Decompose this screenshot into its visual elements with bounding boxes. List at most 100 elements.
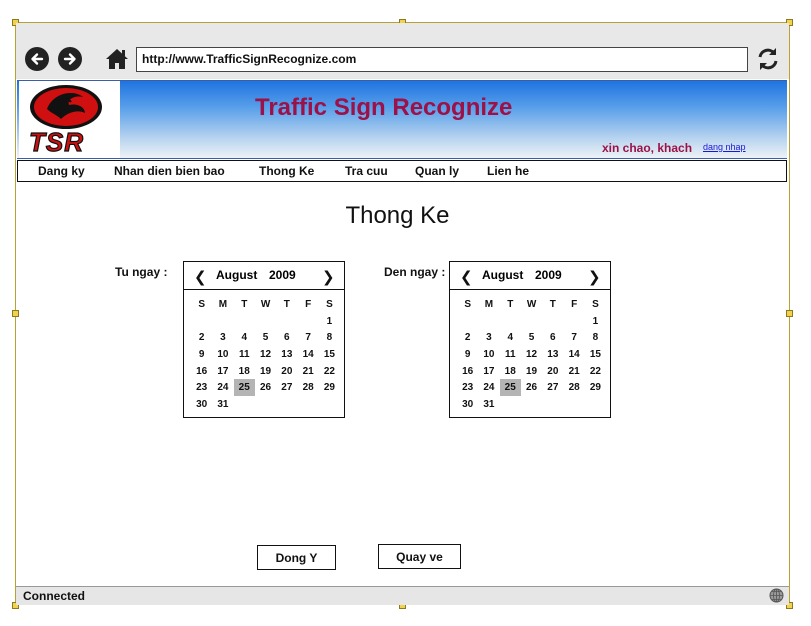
to-date-calendar: ❮ August 2009 ❯ S M T W T F S 1 2 3 4 5 6 7 8 9 10 11 12 13… bbox=[449, 261, 611, 418]
calendar-day[interactable]: 31 bbox=[478, 396, 499, 413]
calendar-day[interactable]: 16 bbox=[457, 363, 478, 380]
weekday-label: W bbox=[260, 298, 271, 310]
calendar-day[interactable]: 6 bbox=[276, 329, 297, 346]
calendar-empty-cell bbox=[255, 313, 276, 330]
resize-handle[interactable] bbox=[786, 310, 793, 317]
calendar-day[interactable]: 8 bbox=[585, 329, 606, 346]
next-month-icon[interactable]: ❯ bbox=[322, 268, 335, 286]
calendar-day[interactable]: 25 bbox=[233, 379, 255, 397]
calendar-day[interactable]: 22 bbox=[319, 363, 340, 380]
calendar-day[interactable]: 16 bbox=[191, 363, 212, 380]
calendar-day[interactable]: 4 bbox=[500, 329, 521, 346]
home-icon bbox=[106, 49, 128, 69]
calendar-day[interactable]: 17 bbox=[478, 363, 499, 380]
calendar-day[interactable]: 2 bbox=[191, 329, 212, 346]
calendar-day[interactable]: 9 bbox=[191, 346, 212, 363]
globe-icon bbox=[769, 588, 784, 603]
calendar-day[interactable]: 12 bbox=[521, 346, 542, 363]
calendar-day[interactable]: 29 bbox=[585, 379, 606, 396]
calendar-day[interactable]: 19 bbox=[255, 363, 276, 380]
calendar-day[interactable]: 14 bbox=[563, 346, 584, 363]
calendar-day[interactable]: 10 bbox=[212, 346, 233, 363]
weekday-label: S bbox=[464, 298, 471, 310]
calendar-day[interactable]: 2 bbox=[457, 329, 478, 346]
calendar-day[interactable]: 17 bbox=[212, 363, 233, 380]
back-button-page[interactable]: Quay ve bbox=[378, 544, 461, 569]
calendar-day[interactable]: 15 bbox=[319, 346, 340, 363]
calendar-day[interactable]: 12 bbox=[255, 346, 276, 363]
calendar-day[interactable]: 1 bbox=[585, 313, 606, 330]
arrow-left-icon bbox=[31, 53, 44, 65]
menu-item-nhan-dien-bien-bao[interactable]: Nhan dien bien bao bbox=[114, 164, 225, 178]
calendar-day[interactable]: 25 bbox=[499, 379, 521, 397]
weekday-label: T bbox=[241, 298, 248, 310]
calendar-day[interactable]: 28 bbox=[563, 379, 584, 396]
calendar-day[interactable]: 15 bbox=[585, 346, 606, 363]
calendar-empty-cell bbox=[234, 313, 255, 330]
calendar-day[interactable]: 22 bbox=[585, 363, 606, 380]
calendar-day[interactable]: 20 bbox=[542, 363, 563, 380]
weekday-label: S bbox=[326, 298, 333, 310]
calendar-day[interactable]: 27 bbox=[276, 379, 297, 396]
calendar-day[interactable]: 27 bbox=[542, 379, 563, 396]
menu-item-lien-he[interactable]: Lien he bbox=[487, 164, 529, 178]
home-button[interactable] bbox=[105, 47, 129, 71]
calendar-day[interactable]: 26 bbox=[255, 379, 276, 396]
calendar-day[interactable]: 5 bbox=[521, 329, 542, 346]
calendar-day[interactable]: 14 bbox=[297, 346, 318, 363]
back-button[interactable] bbox=[25, 47, 49, 71]
calendar-day[interactable]: 13 bbox=[542, 346, 563, 363]
calendar-day[interactable]: 23 bbox=[191, 379, 212, 396]
calendar-day[interactable]: 7 bbox=[297, 329, 318, 346]
calendar-day[interactable]: 24 bbox=[212, 379, 233, 396]
menu-item-quan-ly[interactable]: Quan ly bbox=[415, 164, 459, 178]
resize-handle[interactable] bbox=[12, 310, 19, 317]
address-bar[interactable]: http://www.TrafficSignRecognize.com bbox=[136, 47, 748, 72]
weekday-label: W bbox=[526, 298, 537, 310]
calendar-day[interactable]: 24 bbox=[478, 379, 499, 396]
prev-month-icon[interactable]: ❮ bbox=[460, 268, 473, 286]
calendar-grid: S M T W T F S 1 2 3 4 5 6 7 8 9 10 11 12 13 14 15 16 17 18 19 20 21… bbox=[191, 296, 340, 413]
calendar-day[interactable]: 5 bbox=[255, 329, 276, 346]
calendar-day[interactable]: 21 bbox=[563, 363, 584, 380]
site-logo[interactable]: TSR bbox=[19, 81, 120, 158]
calendar-day[interactable]: 11 bbox=[500, 346, 521, 363]
weekday-label: T bbox=[549, 298, 556, 310]
calendar-day[interactable]: 13 bbox=[276, 346, 297, 363]
forward-button[interactable] bbox=[58, 47, 82, 71]
weekday-label: F bbox=[305, 298, 312, 310]
next-month-icon[interactable]: ❯ bbox=[588, 268, 601, 286]
calendar-day[interactable]: 31 bbox=[212, 396, 233, 413]
refresh-icon bbox=[758, 48, 778, 70]
calendar-day[interactable]: 3 bbox=[212, 329, 233, 346]
calendar-day[interactable]: 6 bbox=[542, 329, 563, 346]
menu-item-dang-ky[interactable]: Dang ky bbox=[38, 164, 85, 178]
calendar-day[interactable]: 9 bbox=[457, 346, 478, 363]
calendar-empty-cell bbox=[191, 313, 212, 330]
menu-item-thong-ke[interactable]: Thong Ke bbox=[259, 164, 314, 178]
calendar-day[interactable]: 30 bbox=[457, 396, 478, 413]
calendar-day[interactable]: 4 bbox=[234, 329, 255, 346]
prev-month-icon[interactable]: ❮ bbox=[194, 268, 207, 286]
confirm-button[interactable]: Dong Y bbox=[257, 545, 336, 570]
calendar-day[interactable]: 20 bbox=[276, 363, 297, 380]
menu-item-tra-cuu[interactable]: Tra cuu bbox=[345, 164, 388, 178]
calendar-day[interactable]: 1 bbox=[319, 313, 340, 330]
calendar-day[interactable]: 10 bbox=[478, 346, 499, 363]
calendar-day[interactable]: 18 bbox=[234, 363, 255, 380]
calendar-day[interactable]: 23 bbox=[457, 379, 478, 396]
calendar-year: 2009 bbox=[535, 268, 562, 282]
calendar-day[interactable]: 7 bbox=[563, 329, 584, 346]
calendar-day[interactable]: 26 bbox=[521, 379, 542, 396]
refresh-button[interactable] bbox=[756, 46, 780, 72]
calendar-day[interactable]: 3 bbox=[478, 329, 499, 346]
calendar-day[interactable]: 8 bbox=[319, 329, 340, 346]
login-link[interactable]: dang nhap bbox=[703, 142, 746, 152]
calendar-day[interactable]: 28 bbox=[297, 379, 318, 396]
calendar-day[interactable]: 19 bbox=[521, 363, 542, 380]
calendar-day[interactable]: 11 bbox=[234, 346, 255, 363]
calendar-day[interactable]: 29 bbox=[319, 379, 340, 396]
calendar-day[interactable]: 21 bbox=[297, 363, 318, 380]
calendar-day[interactable]: 30 bbox=[191, 396, 212, 413]
calendar-day[interactable]: 18 bbox=[500, 363, 521, 380]
